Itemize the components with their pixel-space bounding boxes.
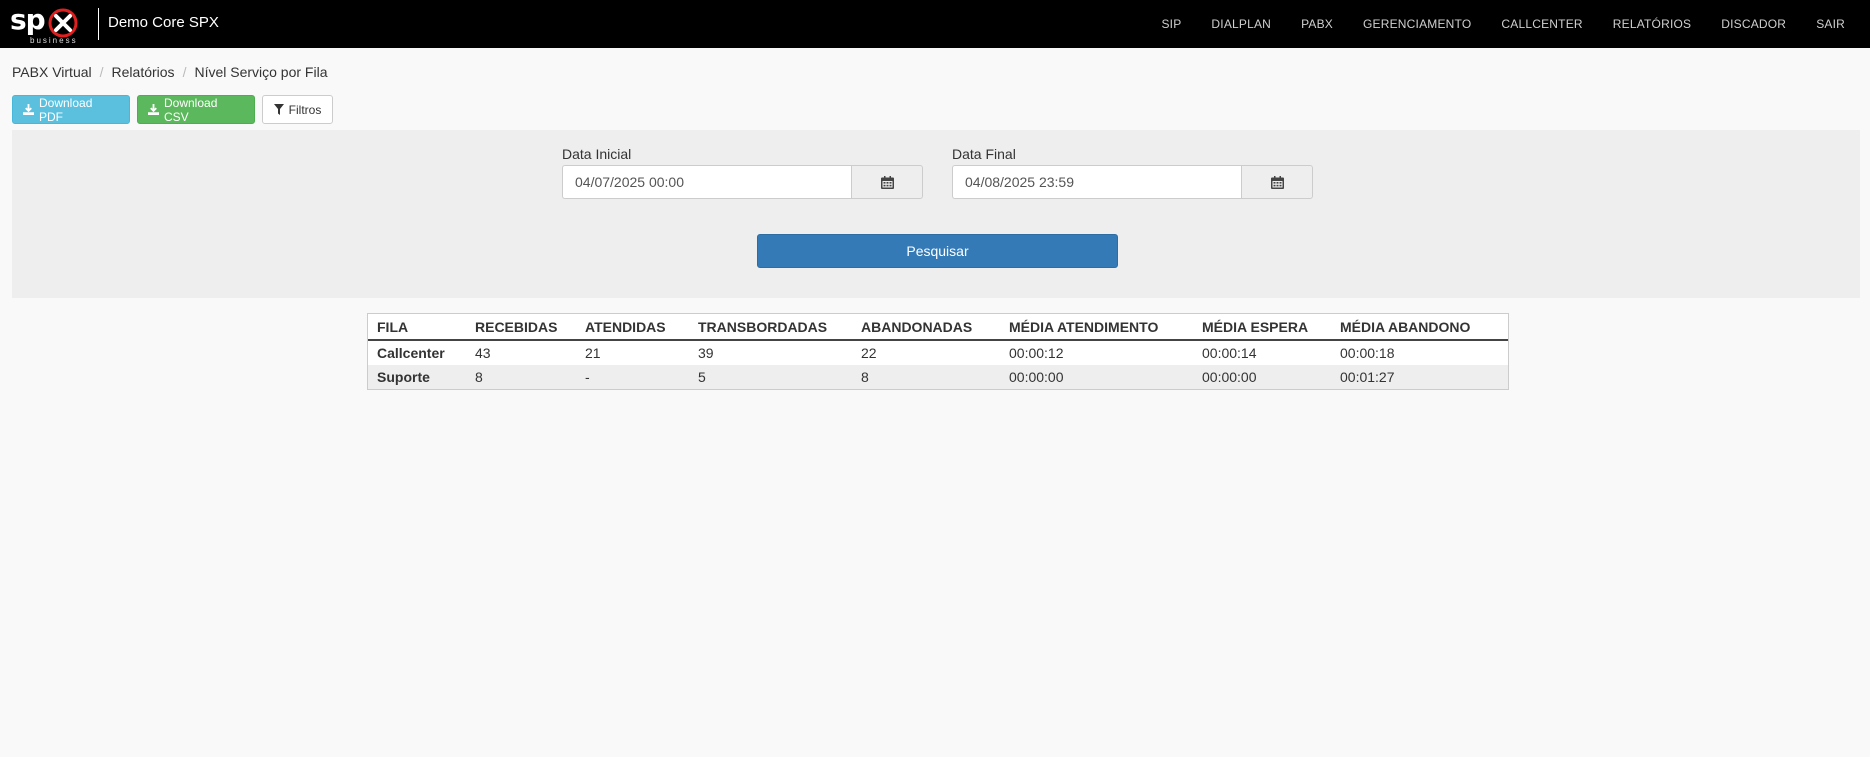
breadcrumb-item-current: Nível Serviço por Fila <box>194 64 328 80</box>
search-button[interactable]: Pesquisar <box>757 234 1118 268</box>
cell-media-abandono: 00:01:27 <box>1331 365 1508 389</box>
column-header-media-espera[interactable]: MÉDIA ESPERA <box>1193 314 1331 341</box>
cell-abandonadas: 8 <box>852 365 1000 389</box>
column-header-transbordadas[interactable]: TRANSBORDADAS <box>689 314 852 341</box>
start-date-calendar-button[interactable] <box>851 165 923 199</box>
download-pdf-label: Download PDF <box>39 95 93 124</box>
cell-fila: Callcenter <box>377 345 445 361</box>
breadcrumb-separator: / <box>99 64 104 80</box>
download-icon <box>23 104 34 115</box>
filters-toggle-button[interactable]: Filtros <box>262 95 333 124</box>
cell-atendidas: - <box>576 365 689 389</box>
logo-text: sp <box>10 3 46 36</box>
top-navbar: sp business Demo Core SPX SIP DIALPLAN P… <box>0 0 1870 48</box>
calendar-icon <box>1270 175 1284 189</box>
filter-panel: Data Inicial Data Final Pesquisar <box>12 130 1860 298</box>
cell-recebidas: 43 <box>475 345 491 361</box>
end-date-calendar-button[interactable] <box>1241 165 1313 199</box>
download-csv-label: Download CSV <box>164 95 218 124</box>
cell-media-atendimento: 00:00:12 <box>1009 345 1064 361</box>
column-header-recebidas[interactable]: RECEBIDAS <box>466 314 576 341</box>
brand-title[interactable]: Demo Core SPX <box>108 14 219 31</box>
table-header-row: FILA RECEBIDAS ATENDIDAS TRANSBORDADAS A… <box>368 314 1508 341</box>
main-menu: SIP DIALPLAN PABX GERENCIAMENTO CALLCENT… <box>1146 0 1860 48</box>
table-row: Callcenter 43 21 39 22 00:00:12 00:00:14… <box>368 340 1508 365</box>
cell-abandonadas: 22 <box>861 345 877 361</box>
start-date-label: Data Inicial <box>562 146 632 162</box>
column-header-media-atendimento[interactable]: MÉDIA ATENDIMENTO <box>1000 314 1193 341</box>
column-header-atendidas[interactable]: ATENDIDAS <box>576 314 689 341</box>
breadcrumb-separator: / <box>182 64 187 80</box>
end-date-label: Data Final <box>952 146 1016 162</box>
filters-label: Filtros <box>288 102 322 117</box>
cell-recebidas: 8 <box>466 365 576 389</box>
column-header-media-abandono[interactable]: MÉDIA ABANDONO <box>1331 314 1508 341</box>
cell-media-espera: 00:00:00 <box>1193 365 1331 389</box>
cell-media-abandono: 00:00:18 <box>1340 345 1395 361</box>
download-pdf-button[interactable]: Download PDF <box>12 95 130 124</box>
column-header-abandonadas[interactable]: ABANDONADAS <box>852 314 1000 341</box>
breadcrumb: PABX Virtual / Relatórios / Nível Serviç… <box>12 64 328 80</box>
nav-item-sair[interactable]: SAIR <box>1801 17 1860 31</box>
breadcrumb-item-relatorios[interactable]: Relatórios <box>112 64 175 80</box>
cell-fila: Suporte <box>368 365 466 389</box>
cell-transbordadas: 39 <box>698 345 714 361</box>
cell-atendidas: 21 <box>585 345 601 361</box>
nav-item-dialplan[interactable]: DIALPLAN <box>1196 17 1286 31</box>
logo-subtitle: business <box>30 36 78 45</box>
nav-item-sip[interactable]: SIP <box>1146 17 1196 31</box>
cell-media-espera: 00:00:14 <box>1202 345 1257 361</box>
end-date-input[interactable] <box>952 165 1241 199</box>
column-header-fila[interactable]: FILA <box>368 314 466 341</box>
download-icon <box>148 104 159 115</box>
start-date-input[interactable] <box>562 165 851 199</box>
cell-transbordadas: 5 <box>689 365 852 389</box>
nav-item-gerenciamento[interactable]: GERENCIAMENTO <box>1348 17 1486 31</box>
service-level-table: FILA RECEBIDAS ATENDIDAS TRANSBORDADAS A… <box>367 313 1509 390</box>
report-actions: Download PDF Download CSV Filtros <box>12 95 333 124</box>
nav-item-callcenter[interactable]: CALLCENTER <box>1486 17 1597 31</box>
nav-item-pabx[interactable]: PABX <box>1286 17 1348 31</box>
navbar-divider <box>98 8 99 40</box>
calendar-icon <box>880 175 894 189</box>
download-csv-button[interactable]: Download CSV <box>137 95 255 124</box>
spx-logo[interactable]: sp business <box>10 5 80 45</box>
breadcrumb-item-pabx-virtual[interactable]: PABX Virtual <box>12 64 92 80</box>
start-date-group <box>562 165 923 199</box>
table-row: Suporte 8 - 5 8 00:00:00 00:00:00 00:01:… <box>368 365 1508 389</box>
cell-media-atendimento: 00:00:00 <box>1000 365 1193 389</box>
logo-x-icon <box>48 8 78 38</box>
end-date-group <box>952 165 1313 199</box>
nav-item-relatorios[interactable]: RELATÓRIOS <box>1598 17 1706 31</box>
filter-icon <box>273 104 284 115</box>
nav-item-discador[interactable]: DISCADOR <box>1706 17 1801 31</box>
